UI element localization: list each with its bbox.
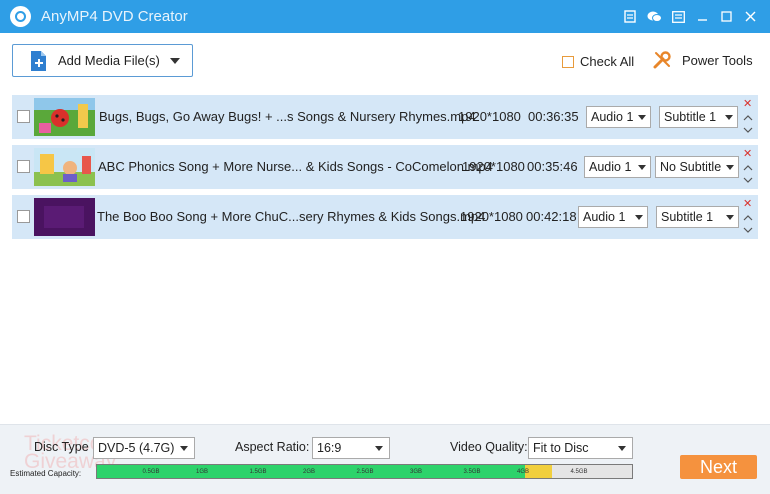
- disc-type-select[interactable]: DVD-5 (4.7G): [93, 437, 195, 459]
- chevron-down-icon: [375, 446, 383, 451]
- audio-track-value: Audio 1: [583, 210, 626, 224]
- capacity-tick-label: 0.5GB: [142, 469, 160, 475]
- app-logo-icon: [10, 6, 31, 27]
- audio-track-value: Audio 1: [591, 110, 634, 124]
- file-duration: 00:36:35: [528, 109, 579, 124]
- move-down-icon[interactable]: [743, 175, 753, 185]
- aspect-ratio-label: Aspect Ratio:: [235, 440, 310, 454]
- capacity-tick-label: 1GB: [196, 469, 209, 475]
- subtitle-select[interactable]: Subtitle 1: [656, 206, 739, 228]
- aspect-ratio-select[interactable]: 16:9: [312, 437, 390, 459]
- capacity-tick-label: 1.5GB: [249, 469, 267, 475]
- move-up-icon[interactable]: [743, 163, 753, 173]
- feedback-icon[interactable]: [642, 0, 666, 33]
- wrench-icon: [653, 51, 671, 69]
- video-thumbnail: [34, 98, 95, 136]
- menu-icon[interactable]: [666, 0, 690, 33]
- delete-icon[interactable]: ✕: [743, 97, 752, 110]
- check-all-checkbox[interactable]: [562, 55, 574, 68]
- media-row[interactable]: The Boo Boo Song + More ChuC...sery Rhym…: [12, 195, 758, 239]
- capacity-tick-label: 4.5GB: [570, 469, 588, 475]
- video-quality-label: Video Quality:: [450, 440, 528, 454]
- chevron-down-icon: [638, 115, 646, 120]
- aspect-ratio-value: 16:9: [317, 441, 342, 455]
- register-icon[interactable]: [618, 0, 642, 33]
- capacity-tick-label: 3GB: [410, 469, 423, 475]
- audio-track-select[interactable]: Audio 1: [578, 206, 648, 228]
- settings-bar: Ticketcouon Giveaway Disc Type DVD-5 (4.…: [0, 424, 770, 494]
- next-button[interactable]: Next: [680, 455, 757, 479]
- chevron-down-icon: [180, 446, 188, 451]
- subtitle-select[interactable]: Subtitle 1: [659, 106, 738, 128]
- subtitle-value: No Subtitle: [660, 160, 722, 174]
- file-duration: 00:42:18: [526, 209, 577, 224]
- subtitle-value: Subtitle 1: [661, 210, 714, 224]
- subtitle-value: Subtitle 1: [664, 110, 717, 124]
- maximize-icon[interactable]: [714, 0, 738, 33]
- capacity-label: Estimated Capacity:: [10, 469, 82, 478]
- check-all-label: Check All: [580, 54, 635, 69]
- video-quality-select[interactable]: Fit to Disc: [528, 437, 633, 459]
- capacity-bar: 0.5GB 1GB 1.5GB 2GB 2.5GB 3GB 3.5GB 4GB 4.5GB: [96, 464, 633, 479]
- video-thumbnail: [34, 148, 95, 186]
- capacity-tick-label: 3.5GB: [463, 469, 481, 475]
- subtitle-select[interactable]: No Subtitle: [655, 156, 739, 178]
- chevron-down-icon: [725, 115, 733, 120]
- power-tools-button[interactable]: Power Tools: [652, 50, 753, 70]
- row-checkbox[interactable]: [17, 210, 30, 223]
- media-row[interactable]: ABC Phonics Song + More Nurse... & Kids …: [12, 145, 758, 189]
- audio-track-value: Audio 1: [589, 160, 632, 174]
- file-name: The Boo Boo Song + More ChuC...sery Rhym…: [97, 209, 486, 224]
- add-media-label: Add Media File(s): [58, 53, 160, 68]
- file-duration: 00:35:46: [527, 159, 578, 174]
- title-bar: AnyMP4 DVD Creator: [0, 0, 770, 33]
- file-resolution: 1920*1080: [460, 209, 523, 224]
- app-title: AnyMP4 DVD Creator: [41, 8, 188, 25]
- audio-track-select[interactable]: Audio 1: [586, 106, 651, 128]
- disc-type-label: Disc Type: [34, 440, 89, 454]
- delete-icon[interactable]: ✕: [743, 197, 752, 210]
- audio-track-select[interactable]: Audio 1: [584, 156, 651, 178]
- minimize-icon[interactable]: [690, 0, 714, 33]
- add-file-icon: [31, 50, 46, 71]
- media-row[interactable]: Bugs, Bugs, Go Away Bugs! + ...s Songs &…: [12, 95, 758, 139]
- chevron-down-icon: [618, 446, 626, 451]
- chevron-down-icon[interactable]: [169, 57, 180, 64]
- delete-icon[interactable]: ✕: [743, 147, 752, 160]
- move-down-icon[interactable]: [743, 125, 753, 135]
- file-resolution: 1920*1080: [462, 159, 525, 174]
- media-list: Bugs, Bugs, Go Away Bugs! + ...s Songs &…: [12, 95, 758, 245]
- check-all[interactable]: Check All: [562, 54, 634, 69]
- move-up-icon[interactable]: [743, 213, 753, 223]
- disc-type-value: DVD-5 (4.7G): [98, 441, 175, 455]
- video-thumbnail: [34, 198, 95, 236]
- capacity-tick-label: 2.5GB: [356, 469, 374, 475]
- row-checkbox[interactable]: [17, 160, 30, 173]
- chevron-down-icon: [726, 215, 734, 220]
- file-name: Bugs, Bugs, Go Away Bugs! + ...s Songs &…: [99, 109, 476, 124]
- file-name: ABC Phonics Song + More Nurse... & Kids …: [98, 159, 493, 174]
- chevron-down-icon: [726, 165, 734, 170]
- capacity-tick-label: 2GB: [303, 469, 316, 475]
- video-quality-value: Fit to Disc: [533, 441, 589, 455]
- add-media-button[interactable]: Add Media File(s): [12, 44, 193, 77]
- power-tools-label: Power Tools: [682, 52, 753, 68]
- titlebar-controls: [618, 0, 762, 33]
- move-down-icon[interactable]: [743, 225, 753, 235]
- file-resolution: 1920*1080: [458, 109, 521, 124]
- chevron-down-icon: [635, 215, 643, 220]
- close-icon[interactable]: [738, 0, 762, 33]
- move-up-icon[interactable]: [743, 113, 753, 123]
- capacity-tick-label: 4GB: [517, 469, 530, 475]
- row-checkbox[interactable]: [17, 110, 30, 123]
- chevron-down-icon: [638, 165, 646, 170]
- toolbar: Add Media File(s) Check All Power Tools: [0, 33, 770, 88]
